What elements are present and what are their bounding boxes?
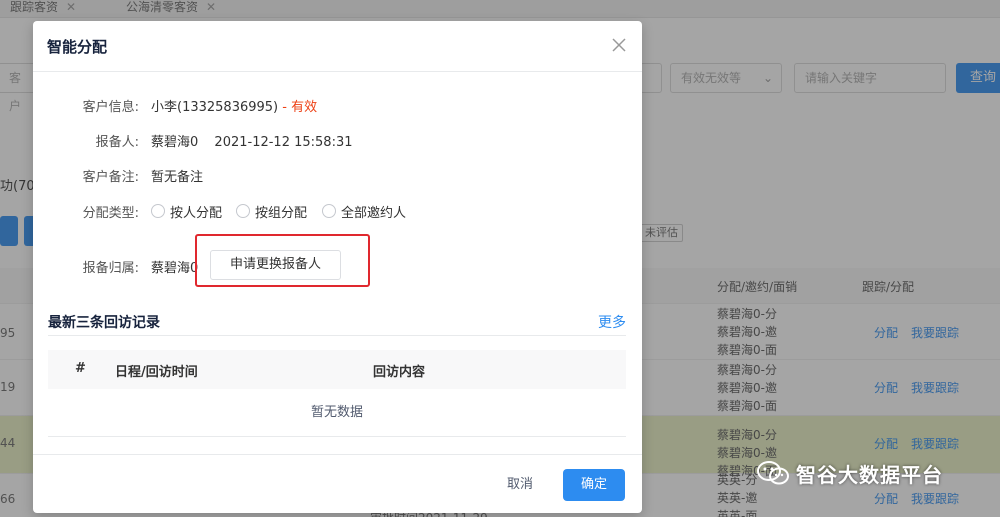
radio-circle[interactable]	[236, 204, 250, 218]
reporter-time: 2021-12-12 15:58:31	[214, 135, 353, 150]
remark-value: 暂无备注	[151, 170, 204, 185]
radio-assign-by-person[interactable]: 按人分配	[151, 202, 223, 221]
table-header: # 日程/回访时间 回访内容	[48, 350, 626, 389]
remark-label: 客户备注:	[82, 170, 139, 185]
customer-info-value: 小李(13325836995) - 有效	[151, 96, 317, 115]
dialog-title: 智能分配	[47, 38, 108, 56]
confirm-button[interactable]: 确定	[563, 469, 625, 501]
radio-assign-by-group[interactable]: 按组分配	[236, 202, 308, 221]
customer-info-label: 客户信息:	[82, 100, 139, 115]
radio-label: 按人分配	[170, 205, 223, 221]
empty-state: 暂无数据	[310, 405, 363, 420]
more-link[interactable]: 更多	[598, 312, 626, 332]
recent-records-title: 最新三条回访记录	[48, 315, 160, 331]
column-header-content: 回访内容	[373, 365, 426, 380]
section-divider	[48, 335, 626, 336]
status-badge: 有效	[291, 100, 318, 115]
table-body: 暂无数据	[48, 389, 626, 437]
highlight-box	[195, 234, 370, 287]
owner-label: 报备归属:	[82, 261, 139, 276]
customer-name-phone: 小李(13325836995)	[151, 100, 279, 115]
reporter-label: 报备人:	[95, 135, 139, 150]
radio-label: 全部邀约人	[341, 205, 407, 221]
smart-assign-dialog: 智能分配 客户信息: 小李(13325836995) - 有效 报备人: 蔡碧海…	[33, 21, 642, 513]
radio-circle[interactable]	[322, 204, 336, 218]
wechat-icon	[757, 461, 789, 485]
radio-all-inviters[interactable]: 全部邀约人	[322, 202, 407, 221]
close-icon[interactable]	[609, 35, 629, 55]
column-header-index: #	[75, 361, 86, 376]
watermark-text: 智谷大数据平台	[796, 462, 943, 487]
watermark: 智谷大数据平台	[756, 458, 943, 488]
cancel-button[interactable]: 取消	[493, 469, 547, 501]
reporter-name: 蔡碧海0	[151, 135, 199, 150]
status-separator: -	[278, 100, 292, 115]
column-header-time: 日程/回访时间	[115, 365, 198, 380]
reporter-value: 蔡碧海0 2021-12-12 15:58:31	[151, 131, 353, 150]
radio-circle[interactable]	[151, 204, 165, 218]
dialog-header: 智能分配	[33, 21, 642, 72]
assign-type-label: 分配类型:	[82, 206, 139, 221]
owner-value: 蔡碧海0	[151, 261, 199, 276]
radio-label: 按组分配	[255, 205, 308, 221]
dialog-footer: 取消 确定	[33, 454, 642, 513]
